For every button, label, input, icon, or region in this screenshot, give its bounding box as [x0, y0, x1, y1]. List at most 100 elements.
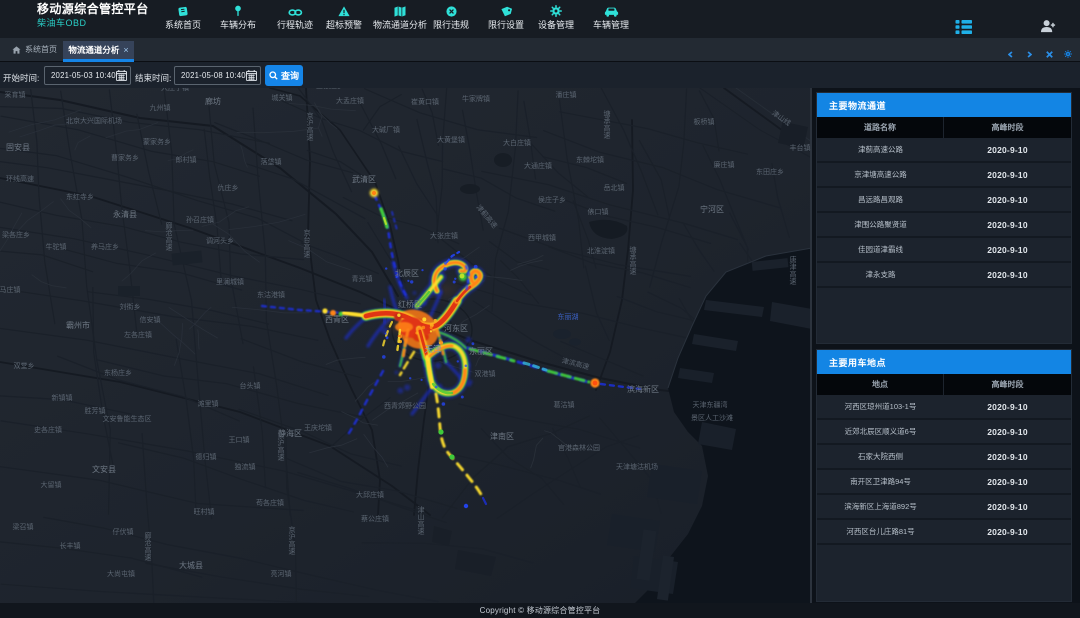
svg-text:侯庄子乡: 侯庄子乡	[538, 195, 566, 204]
svg-text:王口镇: 王口镇	[229, 435, 250, 444]
svg-text:青光镇: 青光镇	[352, 274, 373, 283]
svg-text:大庄子镇: 大庄子镇	[161, 88, 189, 92]
svg-text:梁各庄乡: 梁各庄乡	[2, 230, 30, 239]
svg-text:蔡公庄镇: 蔡公庄镇	[361, 514, 389, 523]
svg-text:里澜城镇: 里澜城镇	[216, 277, 244, 286]
svg-text:固安县: 固安县	[6, 142, 30, 152]
svg-text:东红寺乡: 东红寺乡	[66, 192, 94, 201]
svg-text:城关镇: 城关镇	[272, 93, 293, 102]
svg-text:岳北镇: 岳北镇	[604, 183, 625, 192]
svg-text:双港镇: 双港镇	[475, 369, 496, 378]
svg-text:马庄镇: 马庄镇	[0, 285, 21, 294]
svg-text:官港森林公园: 官港森林公园	[558, 443, 600, 452]
svg-text:廊沧高速: 廊沧高速	[145, 531, 152, 562]
svg-text:西甲城镇: 西甲城镇	[528, 233, 556, 242]
svg-text:廊沧高速: 廊沧高速	[166, 221, 173, 252]
svg-text:梁召镇: 梁召镇	[13, 522, 34, 531]
svg-text:潘庄镇: 潘庄镇	[556, 90, 577, 99]
svg-text:环线高速: 环线高速	[6, 174, 34, 183]
svg-text:东丽区: 东丽区	[469, 346, 493, 356]
svg-text:孙召庄镇: 孙召庄镇	[186, 215, 214, 224]
svg-text:王庆坨镇: 王庆坨镇	[304, 423, 332, 432]
svg-text:崔黄口镇: 崔黄口镇	[411, 97, 439, 106]
svg-text:牛家牌镇: 牛家牌镇	[462, 94, 490, 103]
svg-text:文安县: 文安县	[92, 464, 116, 474]
svg-text:苟各庄镇: 苟各庄镇	[256, 498, 284, 507]
svg-text:曹家务乡: 曹家务乡	[111, 153, 139, 162]
svg-text:大黄堡镇: 大黄堡镇	[437, 135, 465, 144]
svg-text:北淮淀镇: 北淮淀镇	[587, 246, 615, 255]
svg-text:廉庄镇: 廉庄镇	[714, 160, 735, 169]
svg-text:宁河区: 宁河区	[700, 204, 724, 214]
svg-text:郎村镇: 郎村镇	[176, 155, 197, 164]
svg-text:大孟庄镇: 大孟庄镇	[336, 96, 364, 105]
svg-text:大通庄镇: 大通庄镇	[524, 161, 552, 170]
svg-text:养马庄乡: 养马庄乡	[91, 242, 119, 251]
svg-text:葛沽镇: 葛沽镇	[554, 400, 575, 409]
svg-text:武清区: 武清区	[352, 174, 376, 184]
svg-text:东田庄乡: 东田庄乡	[756, 167, 784, 176]
svg-text:调河头乡: 调河头乡	[206, 236, 234, 245]
svg-text:新镇镇: 新镇镇	[52, 393, 73, 402]
svg-text:蒙家务乡: 蒙家务乡	[143, 137, 171, 146]
svg-text:板桥镇: 板桥镇	[694, 117, 715, 126]
svg-text:塘承高速: 塘承高速	[604, 109, 611, 140]
svg-text:塘承高速: 塘承高速	[630, 245, 637, 276]
svg-text:台头镇: 台头镇	[240, 381, 261, 390]
svg-text:大留镇: 大留镇	[41, 480, 62, 489]
svg-text:津南区: 津南区	[490, 431, 514, 441]
svg-text:西青郊野公园: 西青郊野公园	[384, 401, 426, 410]
svg-text:亮河镇: 亮河镇	[271, 569, 292, 578]
svg-text:京台高速: 京台高速	[304, 228, 311, 259]
svg-text:九州镇: 九州镇	[150, 103, 171, 112]
svg-text:大白庄镇: 大白庄镇	[503, 138, 531, 147]
svg-text:大城县: 大城县	[179, 560, 203, 570]
svg-text:霸州市: 霸州市	[66, 320, 90, 330]
svg-text:滨海新区: 滨海新区	[627, 384, 659, 394]
svg-text:德归镇: 德归镇	[196, 452, 217, 461]
svg-text:大张庄镇: 大张庄镇	[430, 231, 458, 240]
svg-text:滩里镇: 滩里镇	[198, 399, 219, 408]
svg-text:信安镇: 信安镇	[140, 315, 161, 324]
svg-text:东杨庄乡: 东杨庄乡	[104, 368, 132, 377]
svg-text:景区人工沙滩: 景区人工沙滩	[691, 413, 733, 422]
svg-text:大碱厂镇: 大碱厂镇	[372, 125, 400, 134]
svg-text:北京大兴国际机场: 北京大兴国际机场	[66, 116, 122, 125]
svg-text:仔伏镇: 仔伏镇	[113, 527, 134, 536]
svg-text:津山高速: 津山高速	[418, 506, 425, 536]
svg-text:旺村镇: 旺村镇	[194, 507, 215, 516]
svg-text:落垡镇: 落垡镇	[261, 157, 282, 166]
svg-text:大邱庄镇: 大邱庄镇	[356, 490, 384, 499]
svg-text:左各庄镇: 左各庄镇	[124, 330, 152, 339]
svg-text:河东区: 河东区	[444, 323, 468, 333]
svg-text:丰台镇: 丰台镇	[790, 143, 811, 152]
svg-text:东棘坨镇: 东棘坨镇	[576, 155, 604, 164]
svg-text:红桥区: 红桥区	[398, 299, 422, 309]
svg-text:长丰镇: 长丰镇	[60, 541, 81, 550]
svg-text:北辰区: 北辰区	[395, 269, 419, 278]
svg-text:西青区: 西青区	[325, 314, 349, 324]
svg-text:俵口镇: 俵口镇	[588, 207, 609, 216]
svg-text:刘街乡: 刘街乡	[120, 302, 141, 311]
svg-text:豆张庄乡: 豆张庄乡	[316, 88, 344, 90]
svg-text:独流镇: 独流镇	[235, 462, 256, 471]
svg-text:东沽港镇: 东沽港镇	[257, 290, 285, 299]
svg-text:京沪高速: 京沪高速	[307, 111, 314, 142]
svg-text:牛驼镇: 牛驼镇	[46, 242, 67, 251]
svg-text:采育镇: 采育镇	[5, 90, 26, 99]
svg-text:文安鲁能生态区: 文安鲁能生态区	[103, 414, 152, 423]
svg-text:京沪高速: 京沪高速	[278, 431, 285, 462]
svg-text:廊坊: 廊坊	[205, 96, 221, 106]
svg-text:东丽湖: 东丽湖	[558, 312, 579, 321]
svg-text:永清县: 永清县	[113, 209, 137, 219]
svg-text:天津塘沽机场: 天津塘沽机场	[616, 462, 658, 471]
svg-text:仇庄乡: 仇庄乡	[218, 183, 239, 192]
svg-text:大尚屯镇: 大尚屯镇	[107, 569, 135, 578]
svg-text:京沪高速: 京沪高速	[289, 525, 296, 556]
svg-text:胜芳镇: 胜芳镇	[85, 406, 106, 415]
svg-text:史各庄镇: 史各庄镇	[34, 425, 62, 434]
svg-text:唐津高速: 唐津高速	[790, 255, 797, 286]
svg-text:天津: 天津	[424, 344, 442, 354]
svg-text:双堂乡: 双堂乡	[14, 361, 35, 370]
svg-text:天津东疆湾: 天津东疆湾	[693, 400, 728, 409]
